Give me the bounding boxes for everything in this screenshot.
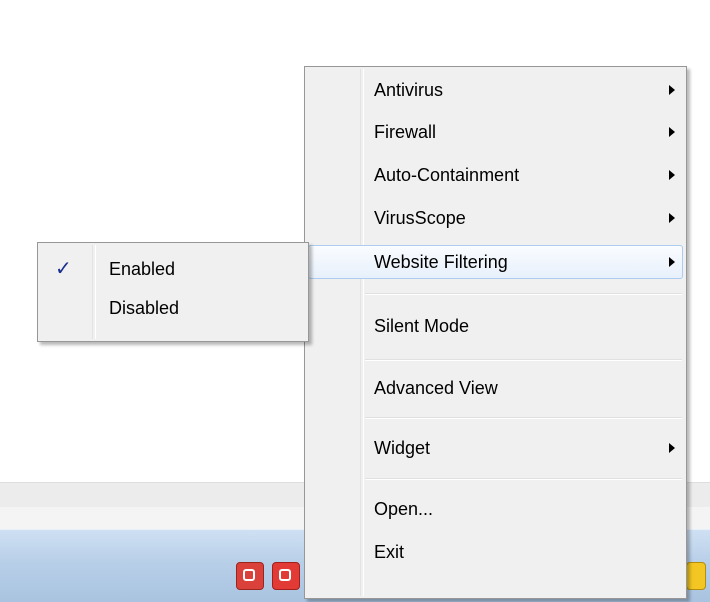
menu-item-enabled[interactable]: ✓ Enabled [41,252,305,286]
menu-item-silent-mode[interactable]: Silent Mode [308,309,683,343]
tray-app-icon[interactable] [272,562,300,590]
checkmark-icon: ✓ [55,258,72,280]
tray-warning-icon[interactable] [686,562,706,590]
menu-item-label: Disabled [109,298,180,318]
submenu-arrow-icon [669,127,675,137]
website-filtering-submenu: ✓ Enabled Disabled [37,242,309,342]
menu-item-website-filtering[interactable]: Website Filtering [308,245,683,279]
menu-separator [365,293,682,295]
menu-item-label: Silent Mode [374,316,470,336]
tray-context-menu: Antivirus Firewall Auto-Containment Viru… [304,66,687,599]
menu-item-label: Open... [374,499,434,519]
menu-item-label: Enabled [109,259,176,279]
menu-item-label: Website Filtering [374,252,508,272]
menu-item-label: Auto-Containment [374,165,520,185]
submenu-arrow-icon [669,257,675,267]
menu-item-label: VirusScope [374,208,466,228]
menu-separator [365,478,682,480]
menu-item-antivirus[interactable]: Antivirus [308,73,683,107]
menu-item-auto-containment[interactable]: Auto-Containment [308,158,683,192]
menu-item-label: Firewall [374,122,437,142]
submenu-arrow-icon [669,213,675,223]
submenu-arrow-icon [669,85,675,95]
menu-item-advanced-view[interactable]: Advanced View [308,371,683,405]
menu-item-disabled[interactable]: Disabled [41,291,305,325]
menu-item-label: Antivirus [374,80,444,100]
menu-item-label: Exit [374,542,405,562]
menu-separator [365,417,682,419]
menu-item-virusscope[interactable]: VirusScope [308,201,683,235]
menu-item-exit[interactable]: Exit [308,535,683,569]
submenu-arrow-icon [669,170,675,180]
menu-item-firewall[interactable]: Firewall [308,115,683,149]
menu-item-label: Widget [374,438,431,458]
menu-item-label: Advanced View [374,378,498,398]
submenu-arrow-icon [669,443,675,453]
menu-item-widget[interactable]: Widget [308,431,683,465]
tray-app-icon[interactable] [236,562,264,590]
menu-separator [365,359,682,361]
menu-item-open[interactable]: Open... [308,492,683,526]
